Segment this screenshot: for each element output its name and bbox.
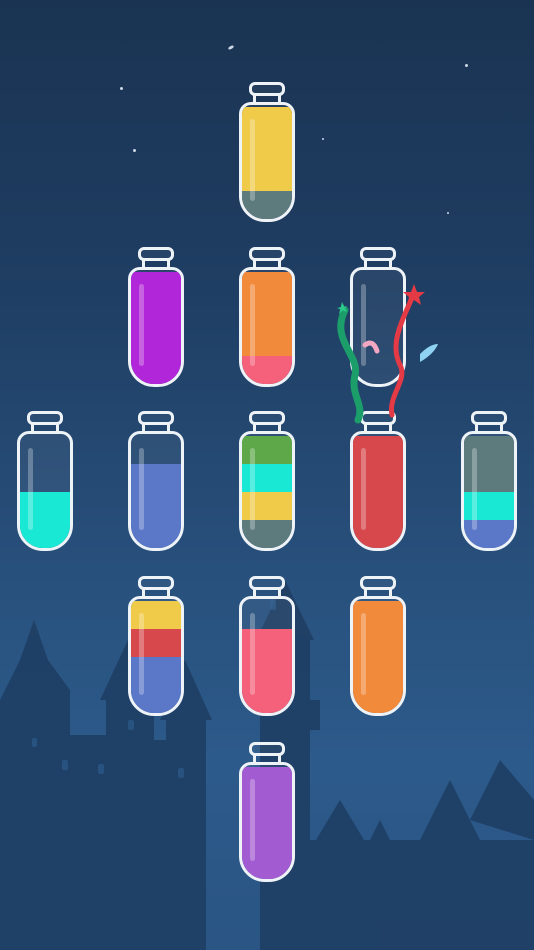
- confetti-celebration: [337, 284, 438, 424]
- blue-confetti: [420, 344, 438, 362]
- red-star-icon: [403, 284, 425, 305]
- pink-confetti: [362, 340, 380, 354]
- green-streamer: [337, 306, 364, 424]
- red-streamer: [389, 295, 415, 418]
- game-board: [0, 0, 534, 950]
